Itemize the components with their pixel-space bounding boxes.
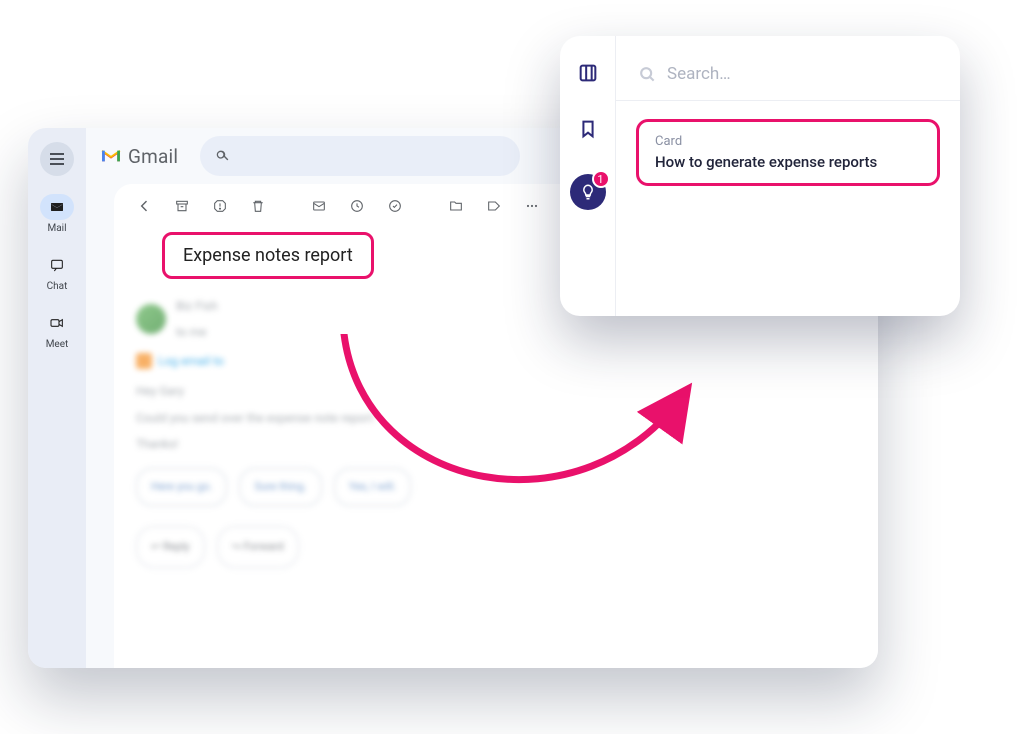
- add-task-icon[interactable]: [387, 198, 403, 214]
- main-menu-button[interactable]: [40, 142, 74, 176]
- gmail-left-rail: Mail Chat Meet: [28, 128, 86, 668]
- lightbulb-icon: [579, 183, 597, 201]
- suggested-card-highlight[interactable]: Card How to generate expense reports: [636, 119, 940, 186]
- body-line: Hey Gary: [136, 378, 856, 404]
- mail-icon: [49, 199, 65, 215]
- chat-icon: [49, 257, 65, 273]
- gmail-search-input[interactable]: [200, 136, 520, 176]
- ideas-button[interactable]: 1: [570, 174, 606, 210]
- mark-unread-icon[interactable]: [311, 198, 327, 214]
- delete-icon[interactable]: [250, 198, 266, 214]
- panel-body: Search… Card How to generate expense rep…: [616, 36, 960, 316]
- search-icon: [214, 148, 230, 164]
- back-icon[interactable]: [136, 198, 152, 214]
- archive-icon[interactable]: [174, 198, 190, 214]
- rail-item-chat[interactable]: Chat: [40, 252, 74, 292]
- body-line: Thanks!: [136, 431, 856, 457]
- gmail-app-name: Gmail: [128, 145, 178, 168]
- move-to-icon[interactable]: [448, 198, 464, 214]
- rail-item-meet[interactable]: Meet: [40, 310, 74, 350]
- smart-reply-chip[interactable]: Yes, I will.: [334, 468, 412, 506]
- panel-rail: 1: [560, 36, 616, 316]
- email-subject: Expense notes report: [183, 245, 353, 266]
- rail-chat-label: Chat: [47, 281, 68, 292]
- rail-item-mail[interactable]: Mail: [40, 194, 74, 234]
- boards-icon[interactable]: [577, 62, 599, 84]
- email-subject-highlight: Expense notes report: [162, 232, 374, 279]
- bookmark-icon[interactable]: [577, 118, 599, 140]
- search-icon: [637, 64, 657, 84]
- hubspot-badge-icon: [136, 353, 152, 369]
- meet-icon: [49, 315, 65, 331]
- smart-reply-chip[interactable]: Sure thing.: [239, 468, 321, 506]
- gmail-logo-icon: [100, 148, 122, 164]
- card-type-label: Card: [655, 134, 921, 149]
- smart-reply-chip[interactable]: Here you go.: [136, 468, 227, 506]
- knowledge-panel: 1 Search… Card How to generate expense r…: [560, 36, 960, 316]
- hamburger-icon: [50, 153, 64, 165]
- snooze-icon[interactable]: [349, 198, 365, 214]
- rail-mail-label: Mail: [47, 223, 66, 234]
- labels-icon[interactable]: [486, 198, 502, 214]
- avatar: [136, 304, 166, 334]
- email-body-blurred: Biz Fish to me Log email to Hey Gary Cou…: [136, 293, 856, 568]
- body-line: Could you send over the expense note rep…: [136, 405, 856, 431]
- log-email-label: Log email to: [158, 348, 224, 374]
- report-spam-icon[interactable]: [212, 198, 228, 214]
- reply-button[interactable]: ↩ Reply: [136, 526, 205, 568]
- panel-search-input[interactable]: Search…: [636, 52, 940, 96]
- panel-divider: [616, 100, 960, 101]
- card-title: How to generate expense reports: [655, 153, 921, 171]
- ideas-count-badge: 1: [592, 170, 610, 188]
- sender-name: Biz Fish: [176, 293, 218, 319]
- gmail-logo: Gmail: [100, 145, 178, 168]
- more-icon[interactable]: [524, 198, 540, 214]
- panel-search-placeholder: Search…: [667, 64, 731, 84]
- rail-meet-label: Meet: [46, 339, 69, 350]
- forward-button[interactable]: ↪ Forward: [217, 526, 299, 568]
- to-line: to me: [176, 319, 218, 345]
